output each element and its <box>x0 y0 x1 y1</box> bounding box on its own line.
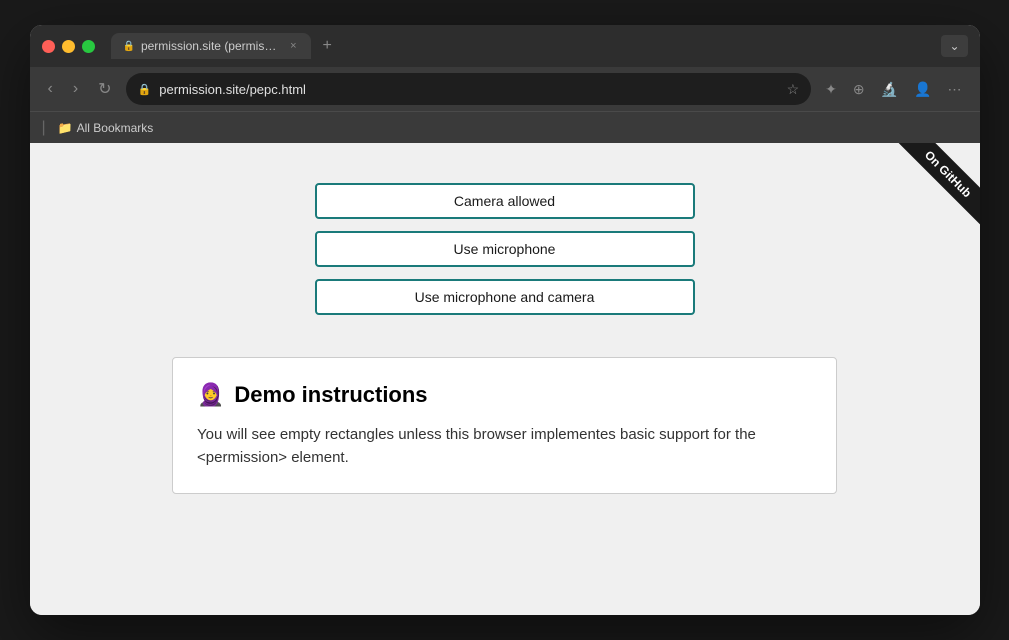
toolbar: ‹ › ↻ 🔒 permission.site/pepc.html ☆ ✦ ⊕ … <box>30 67 980 111</box>
tab-close-button[interactable]: × <box>288 40 298 52</box>
forward-button[interactable]: › <box>67 76 84 102</box>
demo-body-line1: You will see empty rectangles unless thi… <box>197 426 756 443</box>
demo-title-text: Demo instructions <box>234 382 427 408</box>
new-tab-button[interactable]: + <box>315 33 340 59</box>
demo-body: You will see empty rectangles unless thi… <box>197 424 812 469</box>
bookmarks-bar: | 📁 All Bookmarks <box>30 111 980 143</box>
tab-bar: 🔒 permission.site (permission e... × + <box>111 33 934 59</box>
maximize-button[interactable] <box>82 40 95 53</box>
minimize-button[interactable] <box>62 40 75 53</box>
address-text: permission.site/pepc.html <box>159 82 778 97</box>
bookmarks-divider: | <box>42 119 46 137</box>
tab-title: permission.site (permission e... <box>141 39 282 53</box>
extensions-button[interactable]: ⊕ <box>847 77 871 102</box>
use-microphone-camera-button[interactable]: Use microphone and camera <box>315 279 695 315</box>
main-content: Camera allowed Use microphone Use microp… <box>155 183 855 494</box>
back-button[interactable]: ‹ <box>42 76 59 102</box>
tab-lock-icon: 🔒 <box>123 41 135 52</box>
github-ribbon[interactable]: On GitHub <box>880 143 980 243</box>
toolbar-actions: ✦ ⊕ 🔬 👤 ⋯ <box>819 77 967 102</box>
demo-emoji: 🧕 <box>197 382 224 408</box>
page-content: On GitHub Camera allowed Use microphone … <box>30 143 980 615</box>
menu-button[interactable]: ⋯ <box>942 77 968 102</box>
active-tab[interactable]: 🔒 permission.site (permission e... × <box>111 33 311 59</box>
expand-button[interactable]: ⌄ <box>941 35 967 57</box>
traffic-lights <box>42 40 95 53</box>
labs-button[interactable]: 🔬 <box>875 77 904 102</box>
demo-title: 🧕 Demo instructions <box>197 382 812 408</box>
close-button[interactable] <box>42 40 55 53</box>
all-bookmarks-label: All Bookmarks <box>77 121 154 135</box>
address-bar[interactable]: 🔒 permission.site/pepc.html ☆ <box>126 73 812 105</box>
title-bar: 🔒 permission.site (permission e... × + ⌄ <box>30 25 980 67</box>
camera-allowed-button[interactable]: Camera allowed <box>315 183 695 219</box>
demo-body-line2: <permission> element. <box>197 449 349 466</box>
browser-window: 🔒 permission.site (permission e... × + ⌄… <box>30 25 980 615</box>
star-button[interactable]: ☆ <box>787 81 800 98</box>
use-microphone-button[interactable]: Use microphone <box>315 231 695 267</box>
github-ribbon-text: On GitHub <box>896 143 980 226</box>
address-lock-icon: 🔒 <box>138 83 152 96</box>
magic-button[interactable]: ✦ <box>819 77 843 102</box>
refresh-button[interactable]: ↻ <box>92 75 117 103</box>
bookmarks-folder-icon: 📁 <box>58 121 73 135</box>
profile-button[interactable]: 👤 <box>908 77 937 102</box>
demo-instructions-box: 🧕 Demo instructions You will see empty r… <box>172 357 837 494</box>
all-bookmarks-item[interactable]: 📁 All Bookmarks <box>52 119 160 137</box>
